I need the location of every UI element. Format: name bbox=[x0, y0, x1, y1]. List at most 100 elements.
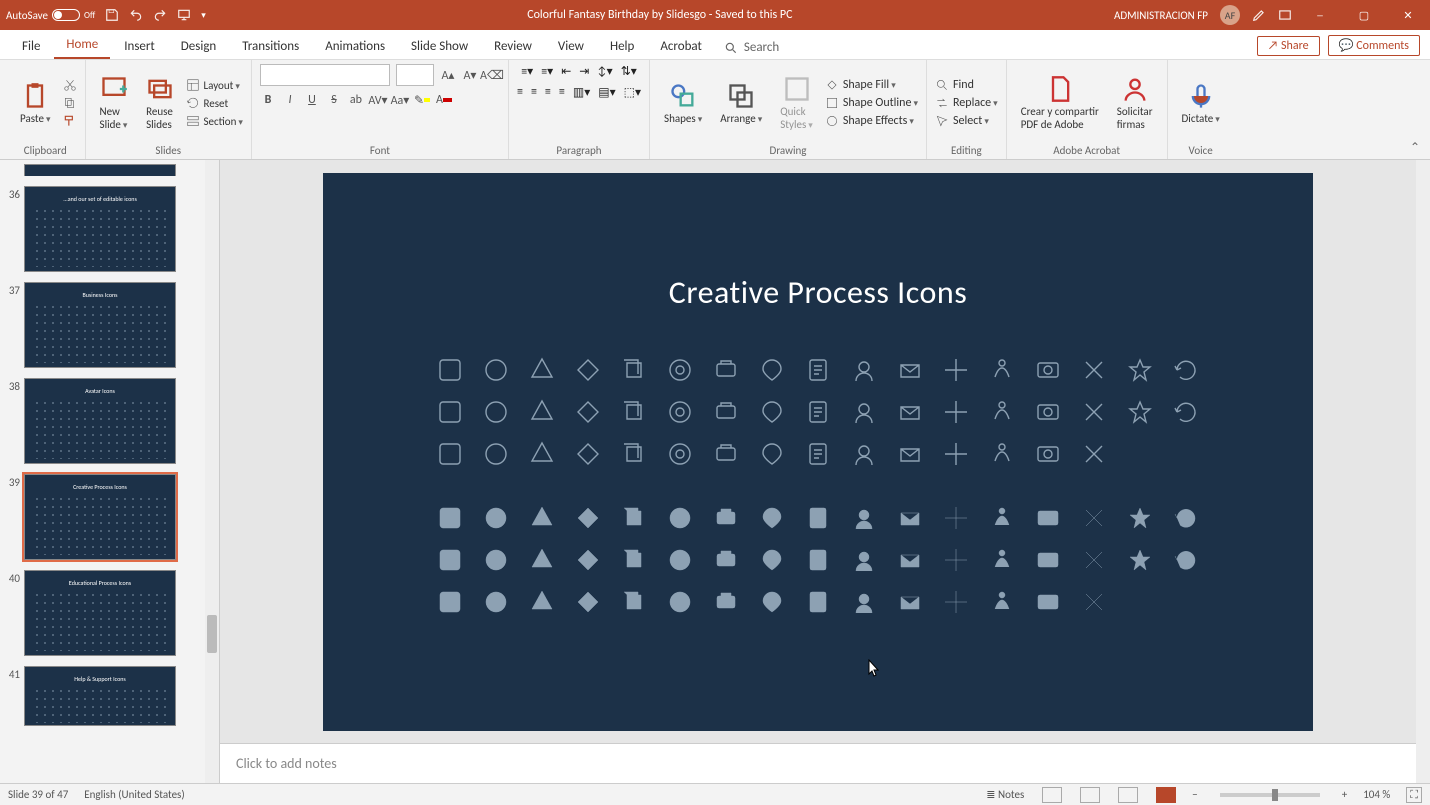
creative-icon[interactable] bbox=[847, 543, 881, 577]
creative-icon[interactable] bbox=[1123, 543, 1157, 577]
creative-icon[interactable] bbox=[985, 437, 1019, 471]
tab-review[interactable]: Review bbox=[482, 33, 544, 59]
creative-icon[interactable] bbox=[985, 395, 1019, 429]
creative-icon[interactable] bbox=[847, 395, 881, 429]
creative-icon[interactable] bbox=[1123, 501, 1157, 535]
creative-icon[interactable] bbox=[939, 585, 973, 619]
redo-icon[interactable] bbox=[153, 8, 167, 22]
pen-mode-icon[interactable] bbox=[1252, 8, 1266, 22]
creative-icon[interactable] bbox=[893, 353, 927, 387]
shape-fill-button[interactable]: Shape Fill bbox=[825, 78, 918, 92]
maximize-button[interactable]: ▢ bbox=[1348, 9, 1380, 22]
creative-icon[interactable] bbox=[939, 437, 973, 471]
font-color-icon[interactable]: A bbox=[436, 92, 452, 108]
creative-icon[interactable] bbox=[663, 353, 697, 387]
creative-icon[interactable] bbox=[1077, 543, 1111, 577]
creative-icon[interactable] bbox=[663, 437, 697, 471]
decrease-indent-icon[interactable]: ⇤ bbox=[561, 64, 571, 79]
create-pdf-button[interactable]: Crear y compartir PDF de Adobe bbox=[1015, 73, 1105, 133]
share-button[interactable]: ↗ Share bbox=[1257, 36, 1320, 56]
creative-icon[interactable] bbox=[709, 585, 743, 619]
creative-icon[interactable] bbox=[571, 437, 605, 471]
creative-icon[interactable] bbox=[755, 543, 789, 577]
section-button[interactable]: Section bbox=[186, 114, 243, 128]
line-spacing-icon[interactable]: ↕▾ bbox=[597, 64, 612, 79]
zoom-in-button[interactable]: + bbox=[1342, 788, 1347, 801]
creative-icon[interactable] bbox=[1077, 585, 1111, 619]
tab-view[interactable]: View bbox=[546, 33, 596, 59]
creative-icon[interactable] bbox=[433, 585, 467, 619]
creative-icon[interactable] bbox=[1031, 395, 1065, 429]
creative-icon[interactable] bbox=[571, 395, 605, 429]
creative-icon[interactable] bbox=[479, 437, 513, 471]
creative-icon[interactable] bbox=[617, 437, 651, 471]
creative-icon[interactable] bbox=[525, 543, 559, 577]
language-status[interactable]: English (United States) bbox=[84, 788, 184, 801]
autosave-toggle[interactable]: AutoSave Off bbox=[6, 9, 95, 22]
slide-canvas-area[interactable]: Creative Process Icons bbox=[220, 160, 1416, 743]
tab-acrobat[interactable]: Acrobat bbox=[648, 33, 714, 59]
creative-icon[interactable] bbox=[847, 437, 881, 471]
smartart-icon[interactable]: ⬚▾ bbox=[624, 85, 641, 100]
undo-icon[interactable] bbox=[129, 8, 143, 22]
thumb-partial[interactable] bbox=[24, 164, 176, 176]
user-avatar[interactable]: AF bbox=[1220, 5, 1240, 25]
creative-icon[interactable] bbox=[939, 353, 973, 387]
change-case-icon[interactable]: Aa▾ bbox=[392, 92, 408, 108]
creative-icon[interactable] bbox=[801, 395, 835, 429]
creative-icon[interactable] bbox=[1169, 543, 1203, 577]
creative-icon[interactable] bbox=[755, 585, 789, 619]
sorter-view-icon[interactable] bbox=[1080, 787, 1100, 803]
numbering-icon[interactable]: ≡▾ bbox=[541, 64, 553, 79]
char-spacing-icon[interactable]: AV▾ bbox=[370, 92, 386, 108]
creative-icon[interactable] bbox=[479, 585, 513, 619]
creative-icon[interactable] bbox=[801, 585, 835, 619]
zoom-knob[interactable] bbox=[1272, 789, 1278, 801]
decrease-font-icon[interactable]: A▾ bbox=[462, 67, 478, 83]
creative-icon[interactable] bbox=[525, 437, 559, 471]
align-right-icon[interactable]: ≡ bbox=[545, 85, 551, 100]
creative-icon[interactable] bbox=[1031, 353, 1065, 387]
creative-icon[interactable] bbox=[663, 585, 697, 619]
fit-to-window-icon[interactable]: ⛶ bbox=[1406, 787, 1422, 803]
creative-icon[interactable] bbox=[1169, 501, 1203, 535]
creative-icon[interactable] bbox=[617, 543, 651, 577]
creative-icon[interactable] bbox=[433, 353, 467, 387]
slide-thumbnail-36[interactable]: ...and our set of editable icons bbox=[24, 186, 176, 272]
close-button[interactable]: ✕ bbox=[1392, 9, 1424, 22]
tab-transitions[interactable]: Transitions bbox=[230, 33, 311, 59]
creative-icon[interactable] bbox=[847, 353, 881, 387]
copy-icon[interactable] bbox=[63, 96, 77, 110]
font-name-input[interactable] bbox=[260, 64, 390, 86]
creative-icon[interactable] bbox=[1077, 501, 1111, 535]
increase-font-icon[interactable]: A▴ bbox=[440, 67, 456, 83]
tab-file[interactable]: File bbox=[10, 33, 52, 59]
align-text-icon[interactable]: ▤▾ bbox=[598, 85, 615, 100]
creative-icon[interactable] bbox=[479, 543, 513, 577]
underline-button[interactable]: U bbox=[304, 92, 320, 108]
creative-icon[interactable] bbox=[709, 437, 743, 471]
slide-thumbnail-41[interactable]: Help & Support Icons bbox=[24, 666, 176, 726]
tab-slideshow[interactable]: Slide Show bbox=[399, 33, 480, 59]
creative-icon[interactable] bbox=[985, 353, 1019, 387]
creative-icon[interactable] bbox=[1169, 353, 1203, 387]
autosave-pill[interactable] bbox=[52, 9, 80, 21]
tab-design[interactable]: Design bbox=[169, 33, 228, 59]
creative-icon[interactable] bbox=[525, 395, 559, 429]
request-sign-button[interactable]: Solicitar firmas bbox=[1111, 73, 1159, 133]
creative-icon[interactable] bbox=[1123, 395, 1157, 429]
italic-button[interactable]: I bbox=[282, 92, 298, 108]
bold-button[interactable]: B bbox=[260, 92, 276, 108]
icon-grid[interactable] bbox=[453, 353, 1183, 619]
creative-icon[interactable] bbox=[663, 501, 697, 535]
save-icon[interactable] bbox=[105, 8, 119, 22]
creative-icon[interactable] bbox=[755, 395, 789, 429]
select-button[interactable]: Select bbox=[935, 114, 998, 128]
minimize-button[interactable]: ─ bbox=[1304, 9, 1336, 22]
shape-outline-button[interactable]: Shape Outline bbox=[825, 96, 918, 110]
creative-icon[interactable] bbox=[1031, 501, 1065, 535]
strikethrough-button[interactable]: S bbox=[326, 92, 342, 108]
creative-icon[interactable] bbox=[985, 501, 1019, 535]
creative-icon[interactable] bbox=[525, 353, 559, 387]
creative-icon[interactable] bbox=[847, 585, 881, 619]
